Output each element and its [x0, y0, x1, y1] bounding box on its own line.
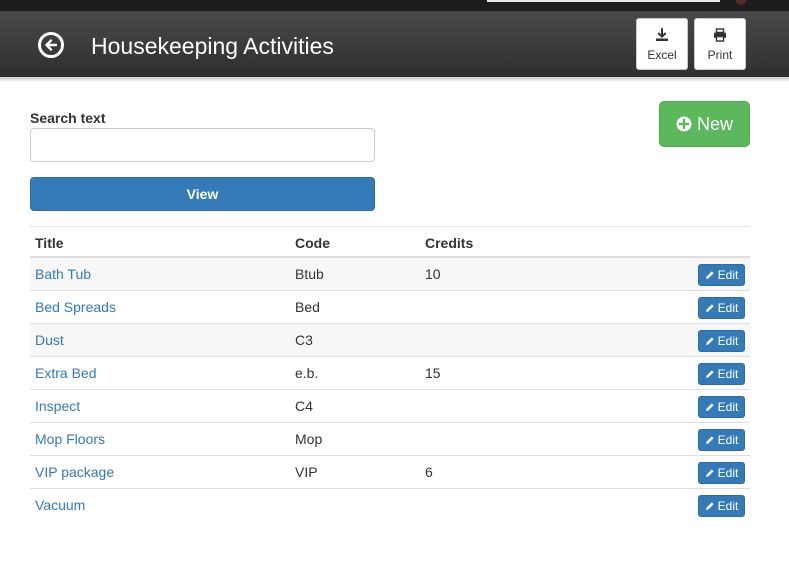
pencil-icon [705, 271, 714, 279]
pencil-icon [705, 502, 714, 510]
row-title-link[interactable]: Dust [35, 332, 64, 348]
table-row: Extra Bed e.b. 15 Edit [30, 357, 750, 390]
table-row: VIP package VIP 6 Edit [30, 456, 750, 489]
pencil-icon [705, 469, 714, 477]
row-title-link[interactable]: Mop Floors [35, 431, 105, 447]
new-button-label: New [696, 113, 733, 134]
row-credits: 10 [425, 266, 441, 282]
row-code: Mop [295, 431, 323, 447]
top-strip-tab [487, 0, 720, 2]
row-code: C3 [295, 332, 313, 348]
edit-button-label: Edit [717, 499, 739, 513]
search-label: Search text [30, 110, 106, 126]
new-button[interactable]: New [659, 101, 750, 147]
plus-circle-icon [676, 116, 692, 132]
row-title-link[interactable]: Bed Spreads [35, 299, 116, 315]
pencil-icon [705, 370, 714, 378]
column-header-credits[interactable]: Credits [425, 235, 473, 251]
edit-button[interactable]: Edit [698, 297, 745, 319]
excel-button-label: Excel [647, 48, 677, 62]
edit-button-label: Edit [717, 466, 739, 480]
pencil-icon [705, 403, 714, 411]
view-button[interactable]: View [30, 177, 375, 211]
header-shadow [0, 77, 789, 82]
table-row: Dust C3 Edit [30, 324, 750, 357]
edit-button-label: Edit [717, 433, 739, 447]
table-row: Bath Tub Btub 10 Edit [30, 258, 750, 291]
page-title: Housekeeping Activities [91, 33, 334, 59]
row-code: Btub [295, 266, 324, 282]
row-code: C4 [295, 398, 313, 414]
row-credits: 6 [425, 464, 433, 480]
edit-button-label: Edit [717, 334, 739, 348]
browser-top-strip [0, 0, 789, 11]
back-button[interactable] [38, 32, 64, 58]
pencil-icon [705, 436, 714, 444]
row-title-link[interactable]: Bath Tub [35, 266, 91, 282]
row-code: VIP [295, 464, 318, 480]
row-code: e.b. [295, 365, 319, 381]
column-header-code[interactable]: Code [295, 235, 330, 251]
edit-button[interactable]: Edit [698, 264, 745, 286]
table-row: Vacuum Edit [30, 489, 750, 522]
row-title-link[interactable]: Extra Bed [35, 365, 96, 381]
row-credits: 15 [425, 365, 441, 381]
row-code: Bed [295, 299, 320, 315]
print-button[interactable]: Print [694, 18, 746, 70]
pencil-icon [705, 337, 714, 345]
excel-button[interactable]: Excel [636, 18, 688, 70]
edit-button[interactable]: Edit [698, 462, 745, 484]
circle-arrow-left-icon [45, 39, 58, 51]
table-row: Inspect C4 Edit [30, 390, 750, 423]
search-input[interactable] [30, 128, 375, 162]
edit-button[interactable]: Edit [698, 396, 745, 418]
column-header-title[interactable]: Title [35, 235, 64, 251]
pencil-icon [705, 304, 714, 312]
table-row: Bed Spreads Bed Edit [30, 291, 750, 324]
activities-table: Title Code Credits Bath Tub Btub 10 Edit… [30, 226, 750, 522]
download-icon [656, 28, 668, 41]
page-header: Housekeeping Activities Excel Print [0, 11, 789, 77]
row-title-link[interactable]: Vacuum [35, 497, 85, 513]
print-button-label: Print [707, 48, 733, 62]
edit-button[interactable]: Edit [698, 495, 745, 517]
edit-button[interactable]: Edit [698, 330, 745, 352]
row-title-link[interactable]: VIP package [35, 464, 114, 480]
edit-button[interactable]: Edit [698, 363, 745, 385]
table-header: Title Code Credits [30, 226, 750, 258]
edit-button-label: Edit [717, 301, 739, 315]
row-title-link[interactable]: Inspect [35, 398, 80, 414]
edit-button-label: Edit [717, 400, 739, 414]
print-icon [714, 28, 726, 42]
edit-button[interactable]: Edit [698, 429, 745, 451]
top-strip-mark [736, 0, 746, 5]
table-row: Mop Floors Mop Edit [30, 423, 750, 456]
edit-button-label: Edit [717, 268, 739, 282]
edit-button-label: Edit [717, 367, 739, 381]
